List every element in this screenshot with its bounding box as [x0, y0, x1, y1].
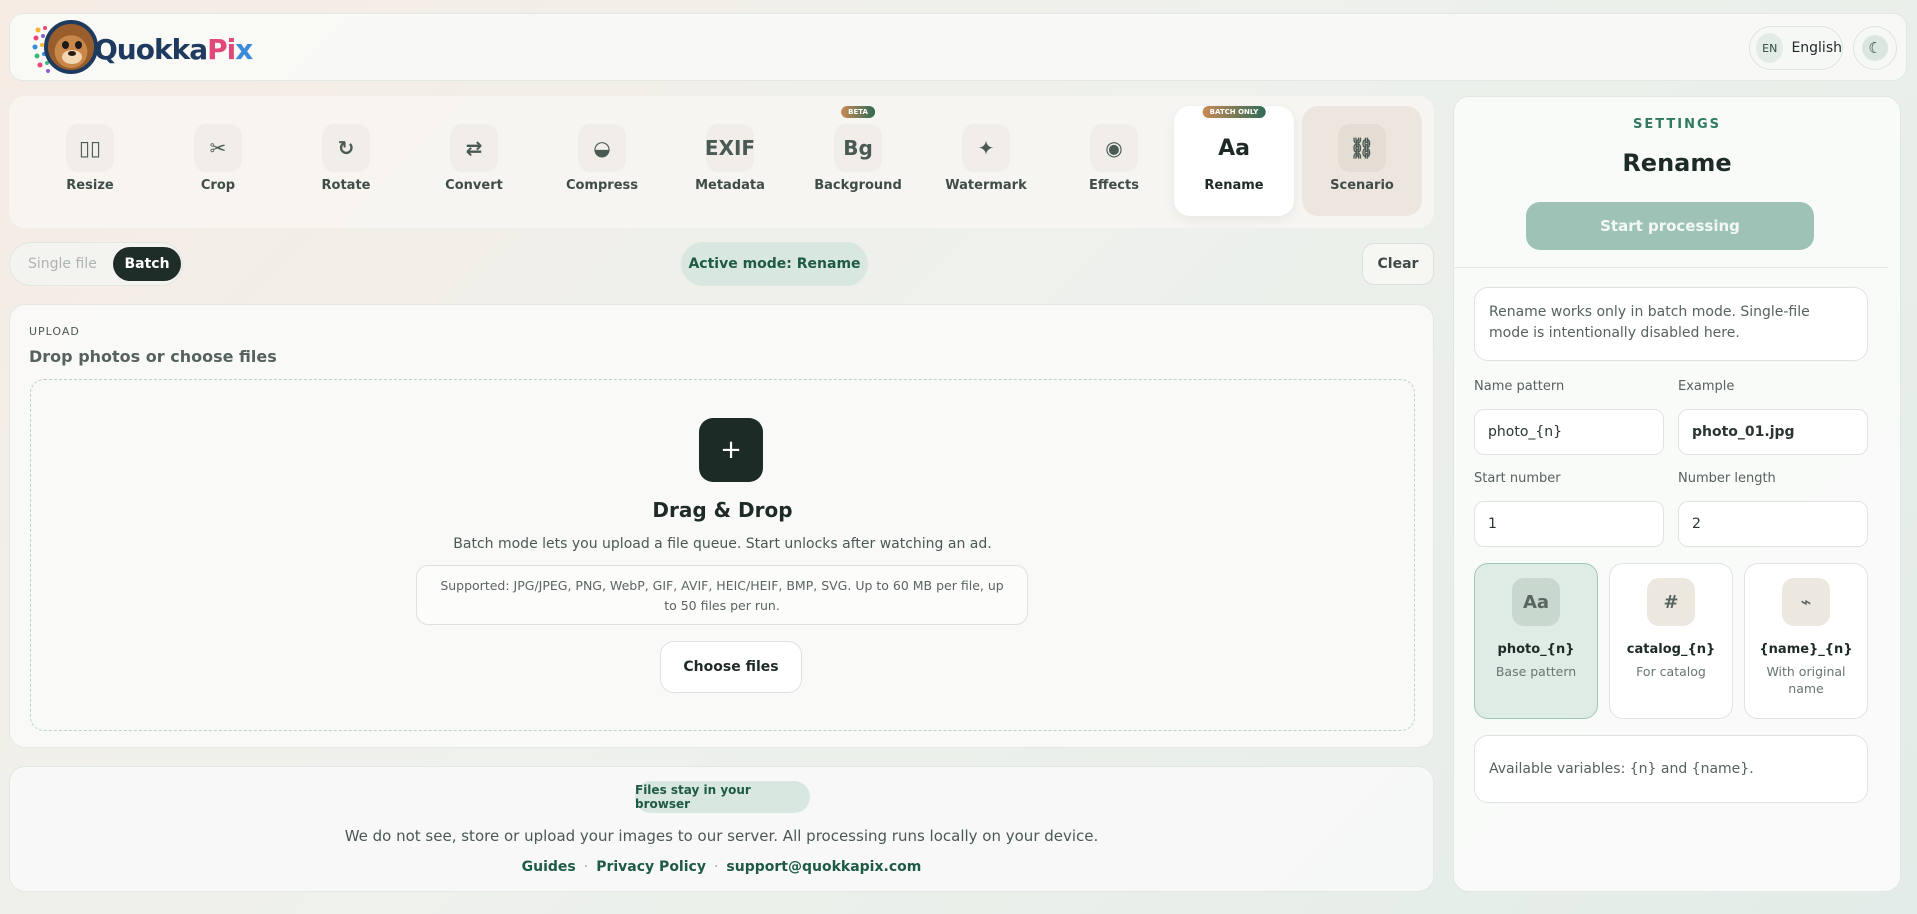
preset-catalog-pattern[interactable]: # catalog_{n} For catalog — [1609, 563, 1733, 719]
batch-mode-toggle[interactable]: Batch — [113, 247, 181, 281]
preset-description: For catalog — [1636, 664, 1706, 679]
settings-panel: SETTINGS Rename Start processing Rename … — [1453, 96, 1901, 892]
logo-wordmark: QuokkaPix — [94, 32, 253, 66]
resize-icon: ▯▯ — [66, 124, 114, 172]
tool-compress[interactable]: ◒ Compress — [542, 106, 662, 216]
available-variables-note: Available variables: {n} and {name}. — [1474, 735, 1868, 803]
tool-convert[interactable]: ⇄ Convert — [414, 106, 534, 216]
quokka-mascot-icon — [32, 18, 98, 80]
privacy-footer: Files stay in your browser We do not see… — [9, 766, 1434, 892]
support-email-link[interactable]: support@quokkapix.com — [726, 859, 921, 875]
name-pattern-label: Name pattern — [1474, 379, 1565, 394]
tool-crop[interactable]: ✂ Crop — [158, 106, 278, 216]
number-length-label: Number length — [1678, 471, 1776, 486]
tool-label: Effects — [1089, 178, 1139, 193]
start-number-input[interactable]: 1 — [1474, 501, 1664, 547]
choose-files-button[interactable]: Choose files — [660, 641, 802, 693]
preset-name: photo_{n} — [1497, 642, 1575, 657]
divider — [1454, 267, 1888, 268]
start-number-label: Start number — [1474, 471, 1561, 486]
language-code-badge: EN — [1756, 33, 1784, 63]
tool-background[interactable]: BETA Bg Background — [798, 106, 918, 216]
privacy-statement: We do not see, store or upload your imag… — [344, 827, 1099, 845]
rotate-icon: ↻ — [322, 124, 370, 172]
text-aa-icon: Aa — [1512, 578, 1560, 626]
tool-label: Background — [814, 178, 902, 193]
exif-icon: EXIF — [705, 124, 755, 172]
tool-label: Rename — [1204, 178, 1264, 193]
preset-name: {name}_{n} — [1759, 642, 1853, 657]
tool-label: Crop — [200, 178, 236, 193]
link-separator: · — [713, 859, 719, 875]
tool-label: Rotate — [321, 178, 371, 193]
moon-icon: ☾ — [1862, 35, 1888, 61]
tool-label: Metadata — [695, 178, 765, 193]
settings-title: Rename — [1622, 149, 1732, 177]
footer-links: Guides · Privacy Policy · support@quokkapix.… — [10, 859, 1433, 875]
tool-label: Convert — [445, 178, 503, 193]
tool-rotate[interactable]: ↻ Rotate — [286, 106, 406, 216]
upload-title: Drop photos or choose files — [29, 347, 277, 366]
tool-label: Scenario — [1330, 178, 1394, 193]
tool-bar: ▯▯ Resize ✂ Crop ↻ Rotate ⇄ Convert ◒ Compress EXI… — [9, 96, 1434, 228]
upload-panel: UPLOAD Drop photos or choose files + Dra… — [9, 304, 1434, 748]
link-separator: · — [583, 859, 589, 875]
chain-icon: ⛓ — [1338, 124, 1386, 172]
privacy-policy-link[interactable]: Privacy Policy — [596, 859, 706, 875]
preset-photo-pattern[interactable]: Aa photo_{n} Base pattern — [1474, 563, 1598, 719]
sparkle-icon: ✦ — [962, 124, 1010, 172]
name-pattern-input[interactable]: photo_{n} — [1474, 409, 1664, 455]
settings-label: SETTINGS — [1632, 117, 1722, 132]
tool-label: Watermark — [945, 178, 1027, 193]
add-files-button[interactable]: + — [699, 418, 763, 482]
preset-description: With original name — [1766, 664, 1846, 696]
theme-toggle-button[interactable]: ☾ — [1853, 26, 1897, 70]
tool-metadata[interactable]: EXIF Metadata — [670, 106, 790, 216]
preset-name: catalog_{n} — [1626, 642, 1716, 657]
hash-icon: # — [1647, 578, 1695, 626]
privacy-badge: Files stay in your browser — [635, 781, 810, 813]
example-output-field: photo_01.jpg — [1678, 409, 1868, 455]
drop-zone[interactable]: + Drag & Drop Batch mode lets you upload… — [30, 379, 1415, 731]
tool-watermark[interactable]: ✦ Watermark — [926, 106, 1046, 216]
scissors-icon: ✂ — [194, 124, 242, 172]
text-aa-icon: Aa — [1210, 124, 1258, 172]
supported-formats-note: Supported: JPG/JPEG, PNG, WebP, GIF, AVI… — [416, 565, 1028, 625]
tool-badge: BATCH ONLY — [1202, 106, 1266, 118]
top-bar: QuokkaPix EN English ☾ — [9, 13, 1907, 81]
drag-drop-title: Drag & Drop — [652, 498, 793, 522]
language-label: English — [1791, 40, 1842, 56]
tool-badge: BETA — [841, 106, 875, 118]
drag-drop-subtitle: Batch mode lets you upload a file queue.… — [453, 536, 992, 552]
tool-rename[interactable]: BATCH ONLY Aa Rename — [1174, 106, 1294, 216]
compress-icon: ◒ — [578, 124, 626, 172]
mode-switch: Single file Batch — [9, 242, 183, 286]
language-selector[interactable]: EN English — [1749, 26, 1843, 70]
tool-label: Compress — [565, 178, 639, 193]
preset-original-name-pattern[interactable]: ⌁ {name}_{n} With original name — [1744, 563, 1868, 719]
rename-note: Rename works only in batch mode. Single-… — [1474, 287, 1868, 361]
quokkapix-logo[interactable]: QuokkaPix — [32, 18, 253, 80]
clear-button[interactable]: Clear — [1362, 243, 1434, 285]
link-icon: ⌁ — [1782, 578, 1830, 626]
tool-label: Resize — [66, 178, 114, 193]
tool-scenario[interactable]: ⛓ Scenario — [1302, 106, 1422, 216]
convert-arrows-icon: ⇄ — [450, 124, 498, 172]
start-processing-button[interactable]: Start processing — [1526, 202, 1814, 250]
tool-effects[interactable]: ◉ Effects — [1054, 106, 1174, 216]
background-icon: Bg — [834, 124, 882, 172]
single-file-mode-toggle[interactable]: Single file — [28, 256, 97, 272]
active-mode-badge: Active mode: Rename — [681, 242, 868, 286]
upload-section-label: UPLOAD — [29, 325, 80, 338]
preset-description: Base pattern — [1495, 664, 1577, 679]
tool-resize[interactable]: ▯▯ Resize — [30, 106, 150, 216]
effects-icon: ◉ — [1090, 124, 1138, 172]
example-label: Example — [1678, 379, 1735, 394]
number-length-input[interactable]: 2 — [1678, 501, 1868, 547]
guides-link[interactable]: Guides — [522, 859, 576, 875]
